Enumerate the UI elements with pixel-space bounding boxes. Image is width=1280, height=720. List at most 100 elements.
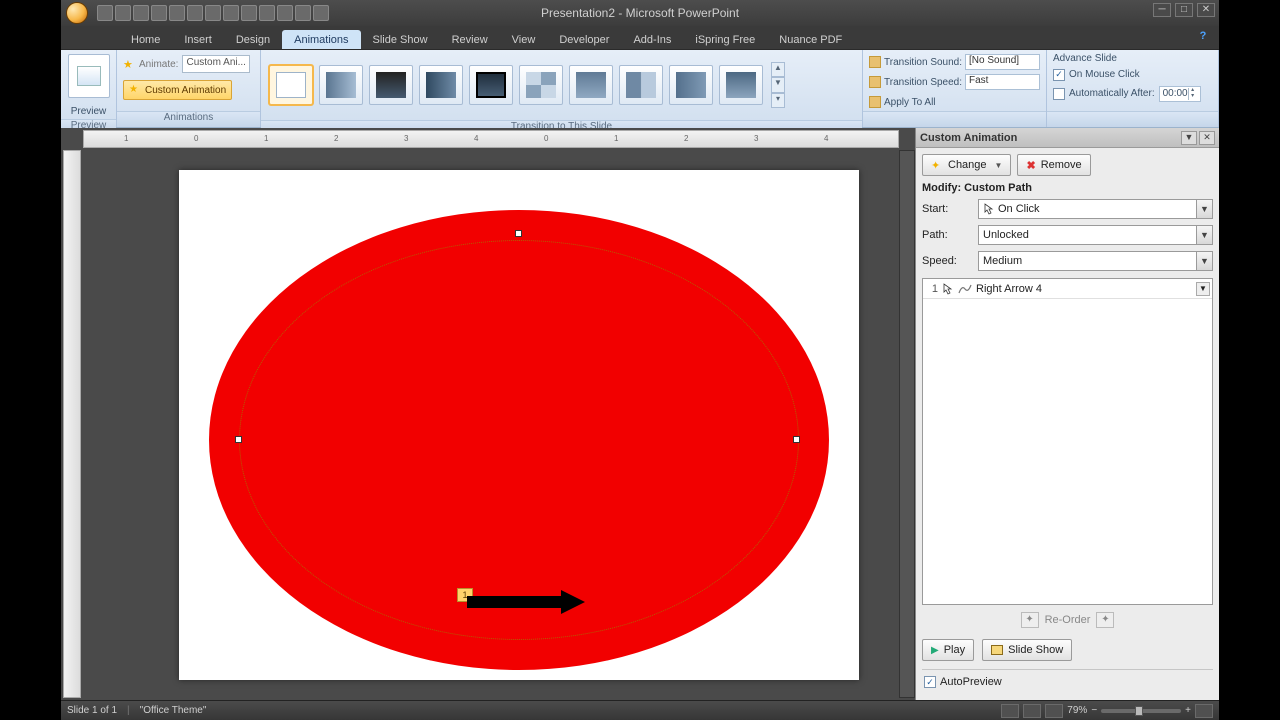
tab-ispring[interactable]: iSpring Free bbox=[683, 30, 767, 49]
custom-animation-button[interactable]: ★ Custom Animation bbox=[123, 80, 232, 100]
transition-item[interactable] bbox=[519, 65, 563, 105]
qat-undo-icon[interactable] bbox=[115, 5, 131, 21]
status-theme: "Office Theme" bbox=[140, 705, 207, 716]
modify-label: Modify: Custom Path bbox=[922, 182, 1213, 194]
office-button[interactable] bbox=[61, 0, 93, 26]
ribbon-tabs: Home Insert Design Animations Slide Show… bbox=[61, 26, 1219, 50]
tab-developer[interactable]: Developer bbox=[547, 30, 621, 49]
qat-btn[interactable] bbox=[187, 5, 203, 21]
tab-animations[interactable]: Animations bbox=[282, 30, 360, 49]
slide[interactable]: 1 bbox=[179, 170, 859, 680]
taskpane-menu-icon[interactable]: ▼ bbox=[1181, 131, 1197, 145]
slideshow-view-button[interactable] bbox=[1045, 704, 1063, 718]
tab-review[interactable]: Review bbox=[440, 30, 500, 49]
tab-slide-show[interactable]: Slide Show bbox=[361, 30, 440, 49]
gallery-up-icon[interactable]: ▲ bbox=[771, 62, 785, 77]
effect-list[interactable]: 1 Right Arrow 4 ▼ bbox=[922, 278, 1213, 605]
transition-item[interactable] bbox=[419, 65, 463, 105]
selection-handle[interactable] bbox=[515, 230, 522, 237]
normal-view-button[interactable] bbox=[1001, 704, 1019, 718]
transition-item[interactable] bbox=[619, 65, 663, 105]
right-arrow-shape[interactable] bbox=[467, 590, 587, 614]
transition-item[interactable] bbox=[369, 65, 413, 105]
close-button[interactable]: ✕ bbox=[1197, 3, 1215, 17]
reorder-up-button[interactable]: ✦ bbox=[1021, 612, 1039, 628]
reorder-down-button[interactable]: ✦ bbox=[1096, 612, 1114, 628]
zoom-slider[interactable] bbox=[1101, 709, 1181, 713]
qat-btn[interactable] bbox=[259, 5, 275, 21]
chevron-down-icon[interactable]: ▼ bbox=[1196, 252, 1212, 270]
transition-none[interactable] bbox=[269, 65, 313, 105]
zoom-thumb[interactable] bbox=[1135, 706, 1143, 716]
speed-combo[interactable]: Medium ▼ bbox=[978, 251, 1213, 271]
tab-add-ins[interactable]: Add-Ins bbox=[621, 30, 683, 49]
tab-nuance[interactable]: Nuance PDF bbox=[767, 30, 854, 49]
qat-save-icon[interactable] bbox=[97, 5, 113, 21]
transition-item[interactable] bbox=[319, 65, 363, 105]
mouse-icon bbox=[983, 203, 995, 215]
spin-down-icon[interactable]: ▾ bbox=[1188, 94, 1197, 100]
taskpane-close-icon[interactable]: ✕ bbox=[1199, 131, 1215, 145]
vertical-scrollbar[interactable] bbox=[899, 150, 915, 698]
qat-btn[interactable] bbox=[277, 5, 293, 21]
gallery-down-icon[interactable]: ▼ bbox=[771, 77, 785, 92]
qat-btn[interactable] bbox=[169, 5, 185, 21]
qat-btn[interactable] bbox=[151, 5, 167, 21]
start-combo[interactable]: On Click ▼ bbox=[978, 199, 1213, 219]
animate-combo[interactable]: Custom Ani... bbox=[182, 55, 249, 73]
selection-handle[interactable] bbox=[235, 436, 242, 443]
custom-animation-pane: Custom Animation ▼ ✕ ✦ Change ▼ ✖ Remove bbox=[915, 128, 1219, 700]
remove-button[interactable]: ✖ Remove bbox=[1017, 154, 1090, 176]
start-label: Start: bbox=[922, 203, 972, 215]
qat-btn[interactable] bbox=[295, 5, 311, 21]
fit-view-button[interactable] bbox=[1195, 704, 1213, 718]
chevron-down-icon[interactable]: ▼ bbox=[1196, 226, 1212, 244]
apply-to-all-button[interactable]: Apply To All bbox=[884, 97, 936, 108]
motion-path-ellipse[interactable] bbox=[239, 240, 799, 640]
zoom-value: 79% bbox=[1067, 705, 1087, 716]
qat-btn[interactable] bbox=[223, 5, 239, 21]
transition-speed-combo[interactable]: Fast bbox=[965, 74, 1040, 90]
zoom-out-button[interactable]: − bbox=[1091, 705, 1097, 716]
auto-after-checkbox[interactable] bbox=[1053, 88, 1065, 100]
path-value: Unlocked bbox=[983, 229, 1029, 241]
play-button[interactable]: ▶ Play bbox=[922, 639, 974, 661]
qat-more-icon[interactable] bbox=[313, 5, 329, 21]
effect-item[interactable]: 1 Right Arrow 4 ▼ bbox=[923, 279, 1212, 299]
transition-item[interactable] bbox=[669, 65, 713, 105]
qat-btn[interactable] bbox=[205, 5, 221, 21]
auto-after-spinner[interactable]: 00:00 ▴▾ bbox=[1159, 86, 1201, 102]
change-button[interactable]: ✦ Change ▼ bbox=[922, 154, 1011, 176]
slide-show-button[interactable]: Slide Show bbox=[982, 639, 1072, 661]
tab-design[interactable]: Design bbox=[224, 30, 282, 49]
group-label-animations: Animations bbox=[117, 111, 260, 127]
tab-view[interactable]: View bbox=[500, 30, 548, 49]
transition-item[interactable] bbox=[469, 65, 513, 105]
sorter-view-button[interactable] bbox=[1023, 704, 1041, 718]
selection-handle[interactable] bbox=[793, 436, 800, 443]
minimize-button[interactable]: ─ bbox=[1153, 3, 1171, 17]
tab-insert[interactable]: Insert bbox=[172, 30, 224, 49]
transition-item[interactable] bbox=[719, 65, 763, 105]
star-icon: ✦ bbox=[931, 159, 943, 171]
tab-home[interactable]: Home bbox=[119, 30, 172, 49]
path-combo[interactable]: Unlocked ▼ bbox=[978, 225, 1213, 245]
maximize-button[interactable]: □ bbox=[1175, 3, 1193, 17]
speed-value: Medium bbox=[983, 255, 1022, 267]
on-mouse-click-checkbox[interactable]: ✓ bbox=[1053, 69, 1065, 81]
zoom-in-button[interactable]: + bbox=[1185, 705, 1191, 716]
effect-menu-icon[interactable]: ▼ bbox=[1196, 282, 1210, 296]
qat-btn[interactable] bbox=[241, 5, 257, 21]
taskpane-header: Custom Animation ▼ ✕ bbox=[916, 128, 1219, 148]
help-icon[interactable]: ? bbox=[1195, 30, 1211, 46]
auto-after-label: Automatically After: bbox=[1069, 88, 1155, 99]
remove-label: Remove bbox=[1041, 159, 1082, 171]
chevron-down-icon[interactable]: ▼ bbox=[1196, 200, 1212, 218]
transition-item[interactable] bbox=[569, 65, 613, 105]
slide-canvas[interactable]: 1 bbox=[83, 150, 899, 700]
qat-redo-icon[interactable] bbox=[133, 5, 149, 21]
gallery-more-icon[interactable]: ▾ bbox=[771, 93, 785, 108]
autopreview-checkbox[interactable]: ✓ bbox=[924, 676, 936, 688]
transition-sound-combo[interactable]: [No Sound] bbox=[965, 54, 1040, 70]
preview-button[interactable] bbox=[68, 54, 110, 98]
